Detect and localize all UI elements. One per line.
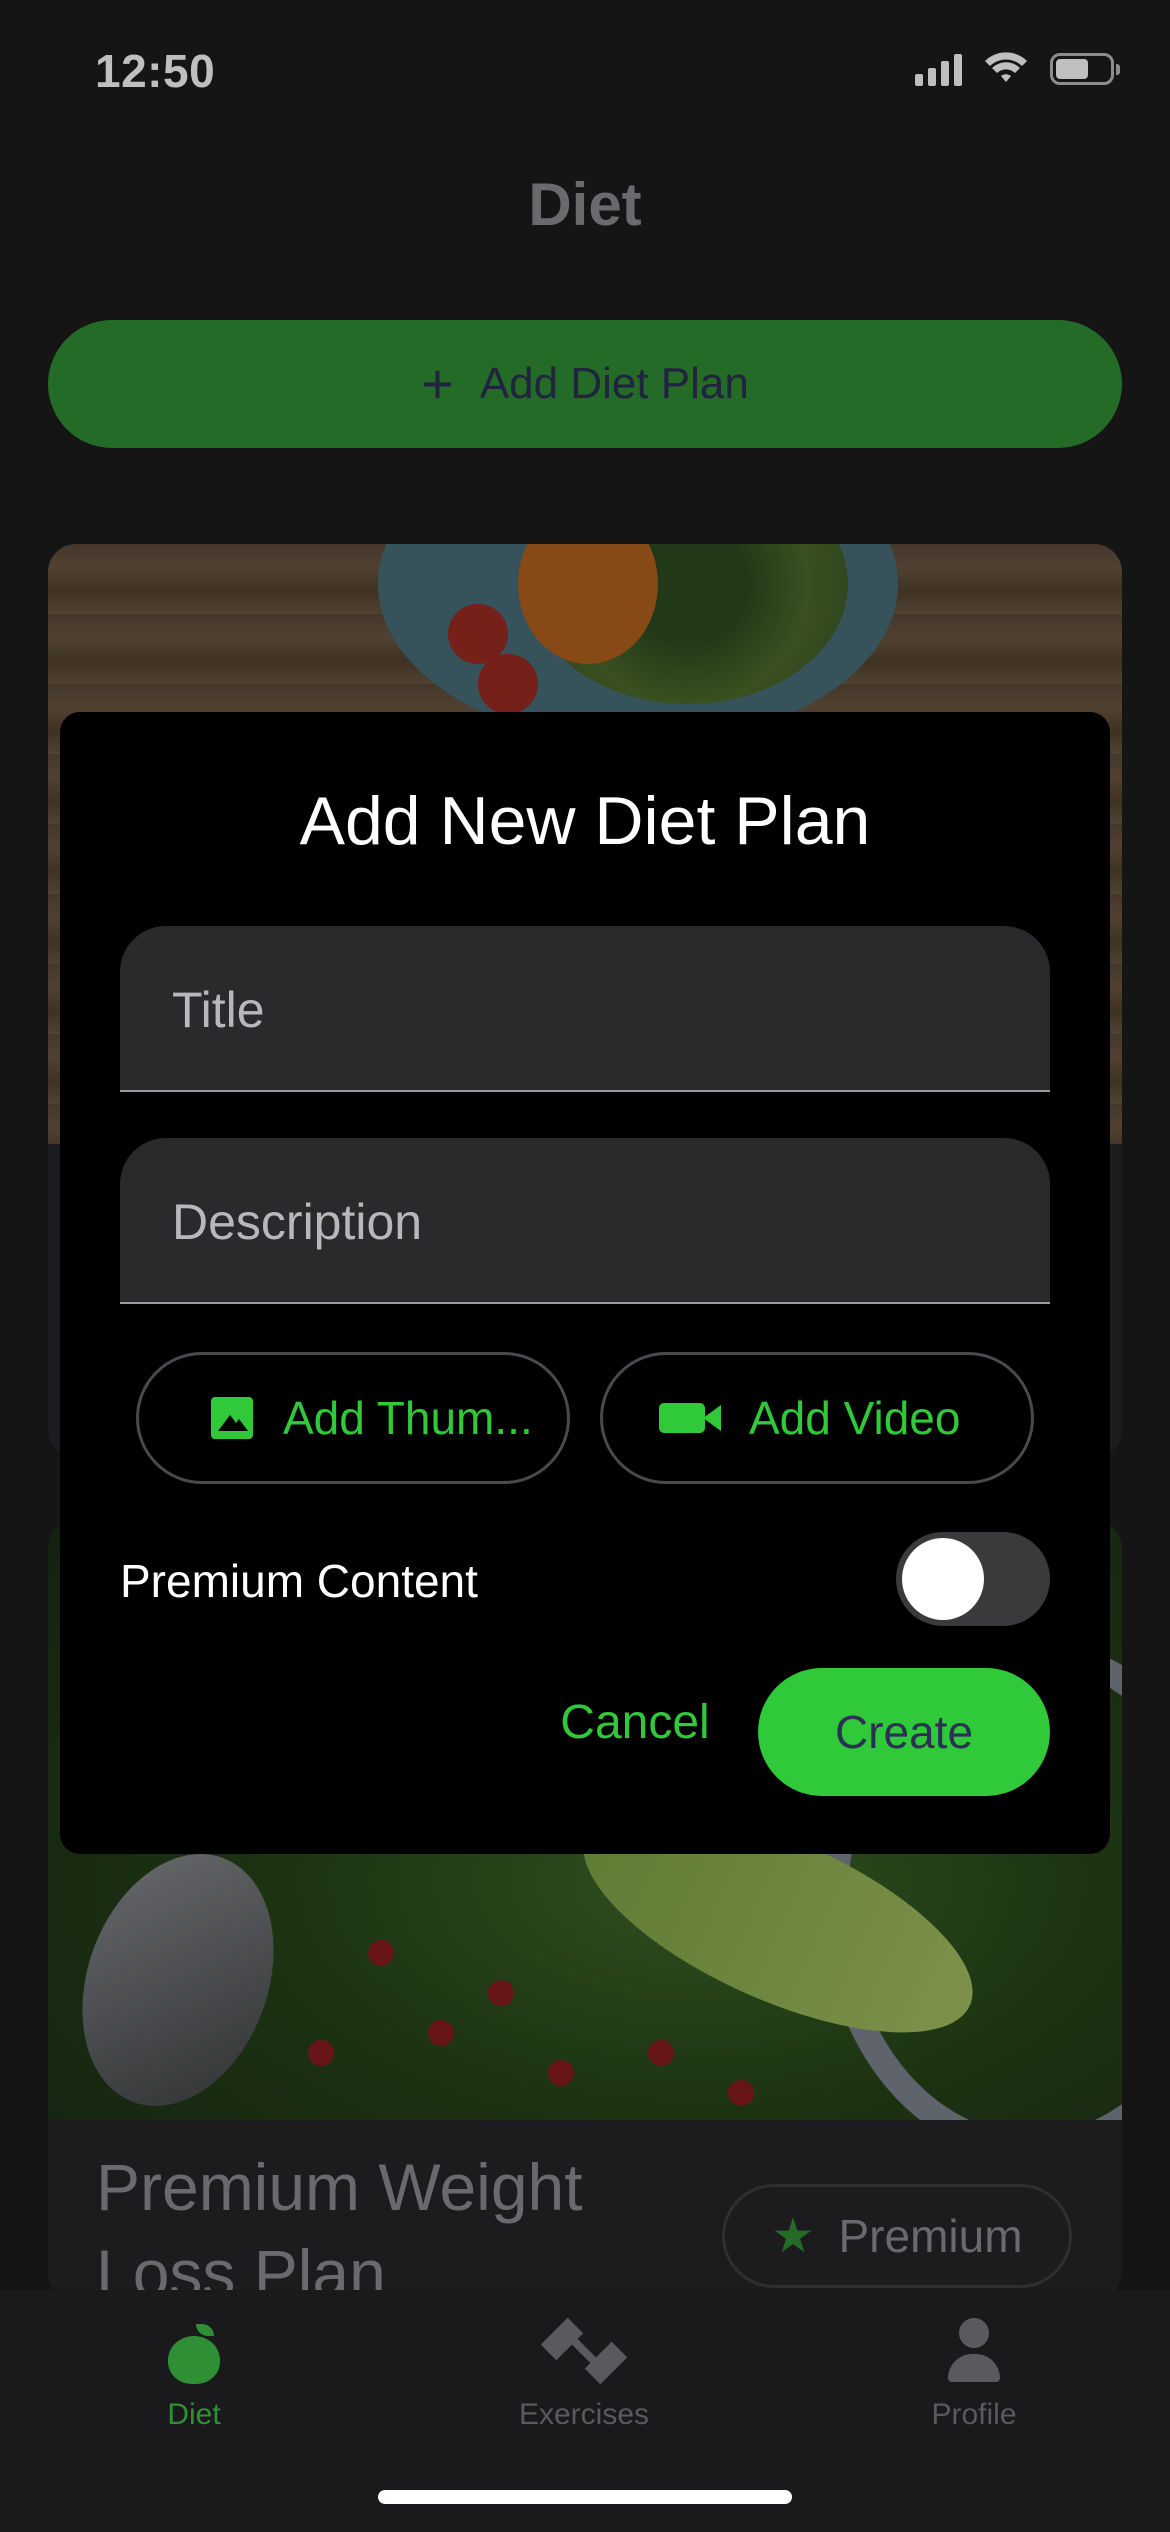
person-icon <box>944 2318 1004 2384</box>
add-thumbnail-label: Add Thum... <box>283 1392 533 1444</box>
status-bar: 12:50 <box>0 0 1170 140</box>
dialog-title: Add New Diet Plan <box>299 783 871 859</box>
cellular-signal-icon <box>915 52 962 86</box>
cancel-button[interactable]: Cancel <box>520 1672 750 1772</box>
battery-icon <box>1050 53 1120 85</box>
video-camera-icon <box>659 1403 721 1433</box>
premium-content-toggle[interactable] <box>896 1532 1050 1626</box>
add-video-label: Add Video <box>749 1392 961 1444</box>
plus-icon: + <box>421 352 454 415</box>
tab-exercises-label: Exercises <box>518 2398 650 2431</box>
tab-profile[interactable]: Profile <box>854 2318 1094 2458</box>
image-icon <box>211 1397 253 1439</box>
title-field-container <box>120 926 1050 1092</box>
wifi-icon <box>985 52 1027 82</box>
add-diet-plan-button[interactable]: + Add Diet Plan <box>48 320 1122 448</box>
premium-badge-label: Premium <box>838 2210 1023 2262</box>
create-button[interactable]: Create <box>758 1668 1050 1796</box>
toggle-knob <box>902 1538 984 1620</box>
diet-plan-card-body: Premium Weight Loss Plan ★ Premium <box>48 2120 1122 2300</box>
status-icons <box>915 52 1120 86</box>
apple-icon <box>166 2324 222 2384</box>
star-icon: ★ <box>771 2210 815 2263</box>
tab-exercises[interactable]: Exercises <box>464 2317 704 2458</box>
title-input[interactable] <box>170 976 994 1044</box>
description-field-container <box>120 1138 1050 1304</box>
premium-badge: ★ Premium <box>722 2184 1072 2288</box>
diet-screen: 12:50 Diet + Add Diet Plan Premium Weigh… <box>0 0 1170 2532</box>
premium-content-row: Premium Content <box>120 1532 1050 1632</box>
add-thumbnail-button[interactable]: Add Thum... <box>136 1352 570 1484</box>
home-indicator[interactable] <box>378 2490 792 2504</box>
status-time: 12:50 <box>95 45 216 97</box>
dumbbell-icon <box>540 2317 628 2385</box>
add-diet-plan-label: Add Diet Plan <box>479 359 749 408</box>
premium-content-label: Premium Content <box>120 1555 478 1607</box>
tab-profile-label: Profile <box>931 2398 1017 2431</box>
tab-diet[interactable]: Diet <box>74 2318 314 2458</box>
tab-diet-label: Diet <box>167 2398 221 2431</box>
diet-plan-title: Premium Weight Loss Plan <box>96 2150 583 2300</box>
add-diet-plan-dialog: Add New Diet Plan Add Thum... Add Video … <box>60 712 1110 1854</box>
page-title: Diet <box>528 171 642 238</box>
add-video-button[interactable]: Add Video <box>600 1352 1034 1484</box>
description-input[interactable] <box>170 1188 994 1256</box>
